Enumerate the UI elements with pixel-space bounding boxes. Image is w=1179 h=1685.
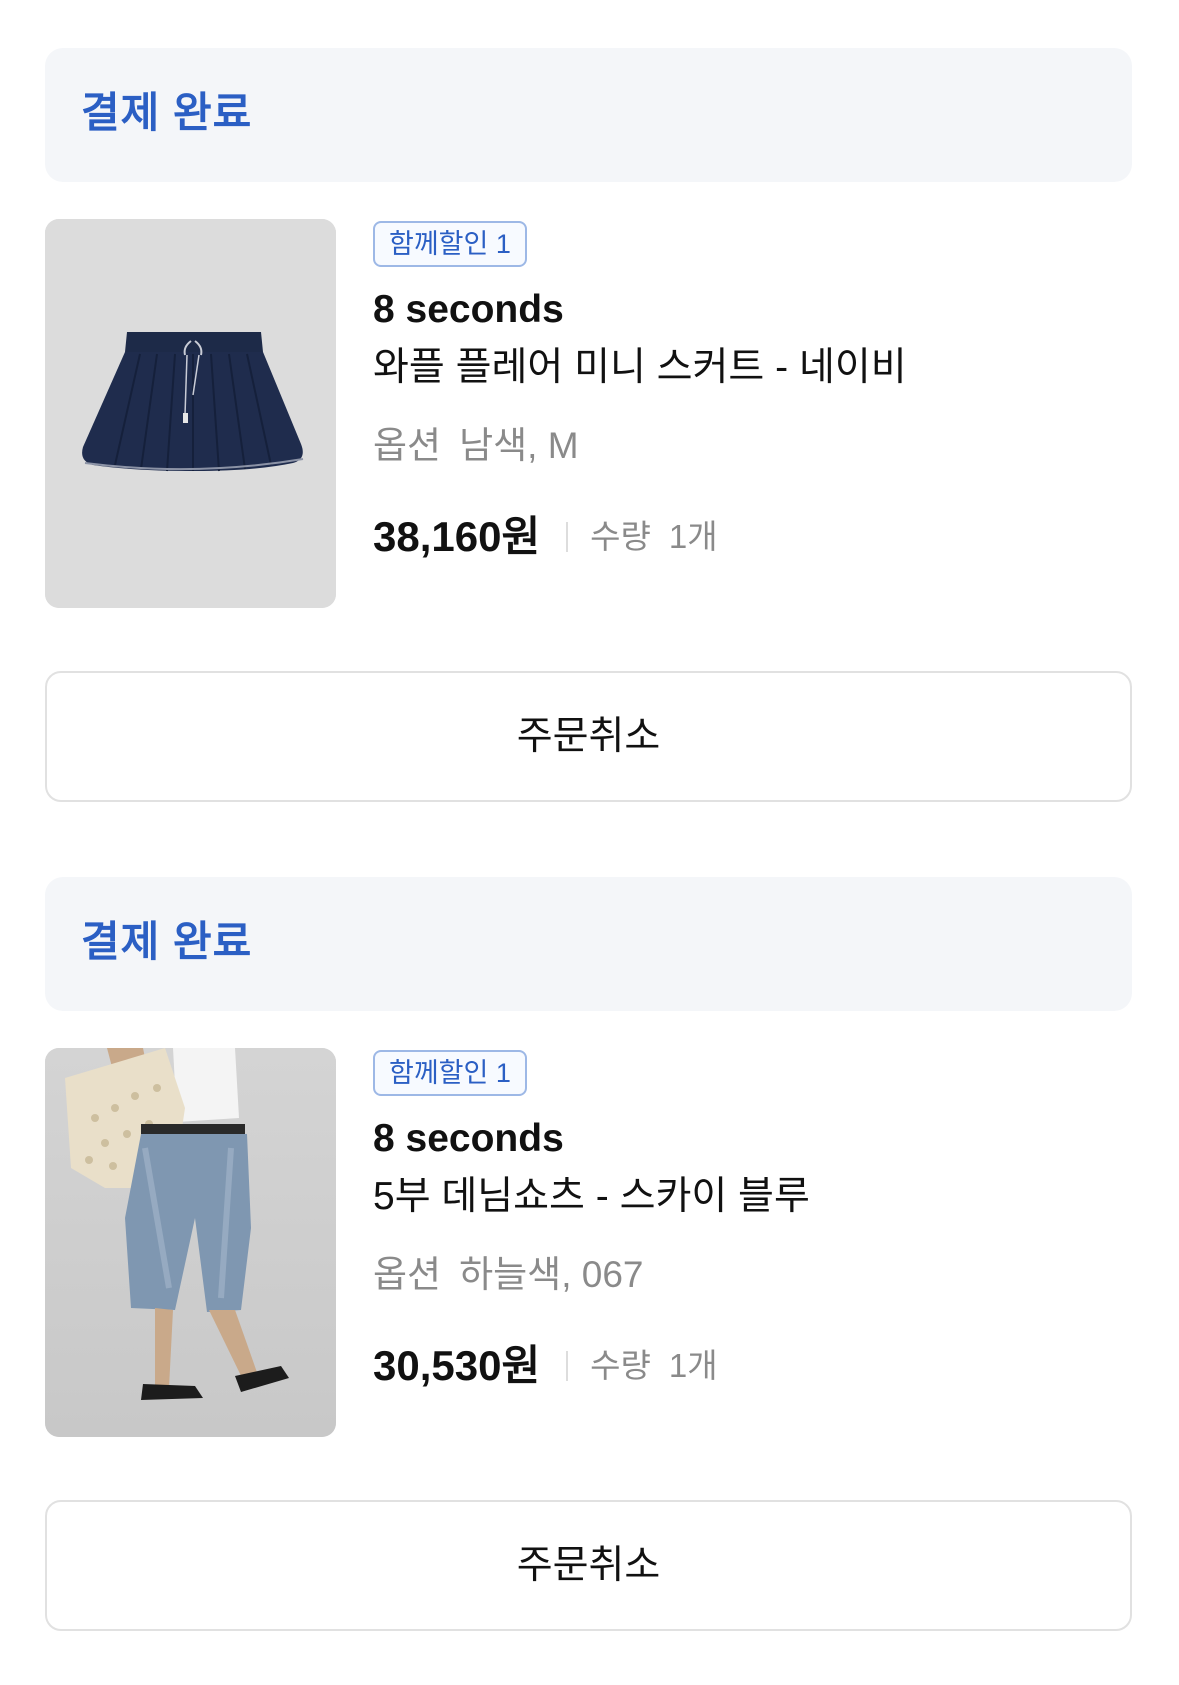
divider <box>566 1351 569 1381</box>
order-status-header: 결제 완료 <box>45 48 1132 182</box>
quantity-value: 1개 <box>668 1347 718 1384</box>
discount-badge: 함께할인 1 <box>373 221 527 267</box>
quantity: 수량 1개 <box>590 509 717 565</box>
navy-skirt-image <box>45 219 336 608</box>
price: 30,530원 <box>373 1342 541 1389</box>
order-card: 결제 완료 <box>45 48 1132 847</box>
option-row: 옵션 남색, M <box>373 422 579 470</box>
product-name[interactable]: 5부 데님쇼츠 - 스카이 블루 <box>373 1172 810 1222</box>
option-value: 남색, M <box>459 425 579 466</box>
denim-shorts-image <box>45 1048 336 1437</box>
divider <box>566 522 569 552</box>
option-value: 하늘색, 067 <box>459 1254 644 1295</box>
cancel-order-button[interactable]: 주문취소 <box>45 1500 1132 1631</box>
quantity-value: 1개 <box>668 518 718 555</box>
price: 38,160원 <box>373 513 541 560</box>
product-info: 함께할인 1 8 seconds 5부 데님쇼츠 - 스카이 블루 옵션 하늘색,… <box>373 1048 1113 1437</box>
quantity-label: 수량 <box>590 1347 651 1384</box>
order-status-header: 결제 완료 <box>45 877 1132 1011</box>
option-row: 옵션 하늘색, 067 <box>373 1251 644 1299</box>
product-thumbnail[interactable] <box>45 1048 336 1437</box>
quantity: 수량 1개 <box>590 1338 717 1394</box>
order-status-label: 결제 완료 <box>81 89 253 136</box>
cancel-order-button[interactable]: 주문취소 <box>45 671 1132 802</box>
discount-badge: 함께할인 1 <box>373 1050 527 1096</box>
option-label: 옵션 <box>373 1254 442 1295</box>
product-name[interactable]: 와플 플레어 미니 스커트 - 네이비 <box>373 343 907 393</box>
order-card: 결제 완료 <box>45 877 1132 1676</box>
order-status-label: 결제 완료 <box>81 918 253 965</box>
price-row: 38,160원 수량 1개 <box>373 509 718 565</box>
product-info: 함께할인 1 8 seconds 와플 플레어 미니 스커트 - 네이비 옵션 남… <box>373 219 1113 608</box>
option-label: 옵션 <box>373 425 442 466</box>
product-thumbnail[interactable] <box>45 219 336 608</box>
brand-name[interactable]: 8 seconds <box>373 1115 564 1163</box>
quantity-label: 수량 <box>590 518 651 555</box>
brand-name[interactable]: 8 seconds <box>373 286 564 334</box>
price-row: 30,530원 수량 1개 <box>373 1338 718 1394</box>
order-list: 결제 완료 함께할인 1 8 seconds 와플 플레어 미니 스커트 - 네… <box>0 0 1179 1685</box>
